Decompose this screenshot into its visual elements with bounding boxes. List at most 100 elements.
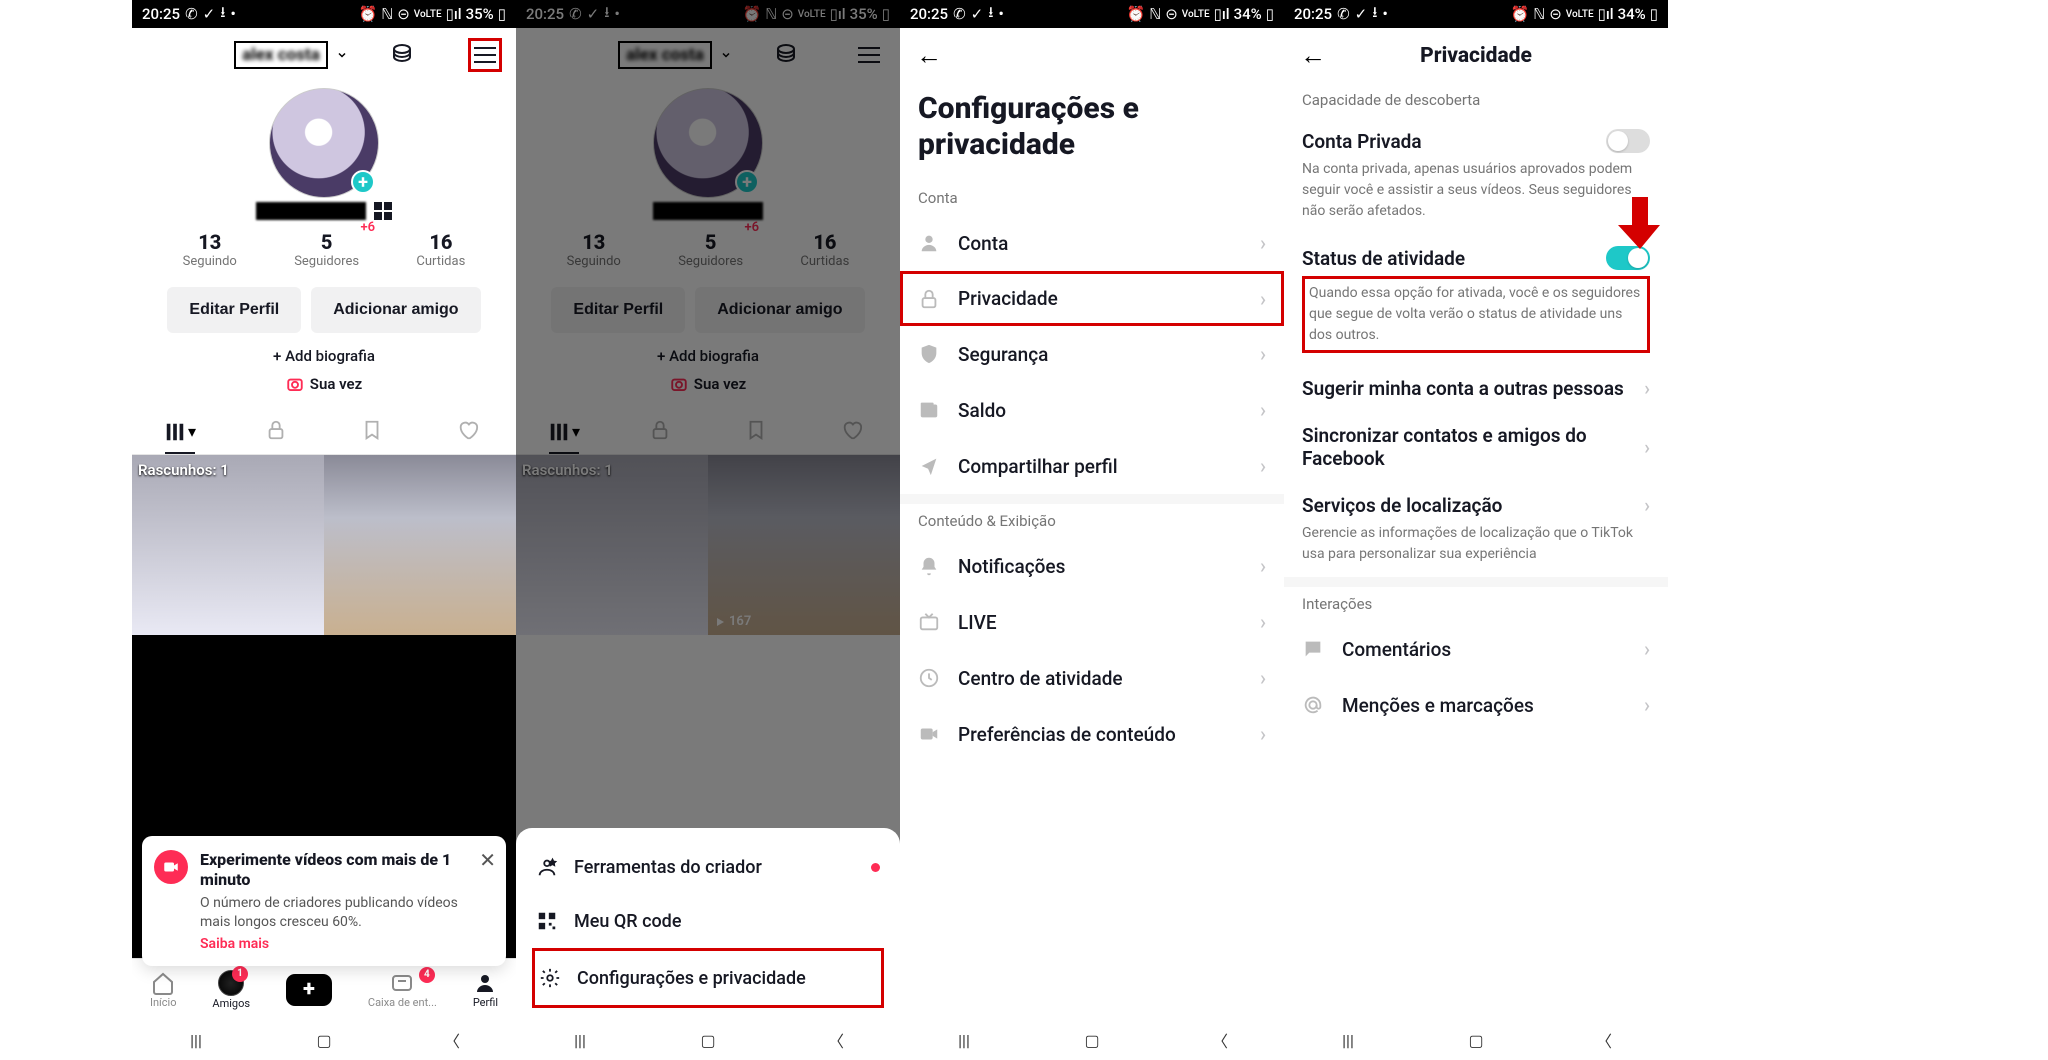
sheet-settings-privacy[interactable]: Configurações e privacidade xyxy=(532,948,884,1008)
tab-private[interactable] xyxy=(228,409,324,454)
nav-back[interactable]: 〈 xyxy=(1205,1028,1235,1052)
screen-settings: 20:25✆✓⭳• ⏰ℕ⊝VoLTE▯ıl34%▯ ← Configuraçõe… xyxy=(900,0,1284,1060)
sync-contacts-row[interactable]: Sincronizar contatos e amigos do Faceboo… xyxy=(1284,412,1668,482)
screen-profile: 20:25 ✆ ✓ ⭳ • ⏰ ℕ ⊝ VoLTE ▯ıl 35% ▯ alex… xyxy=(132,0,516,1060)
settings-notifications[interactable]: Notificações› xyxy=(900,538,1284,594)
chevron-right-icon: › xyxy=(1644,377,1650,400)
nav-back[interactable]: 〈 xyxy=(437,1028,467,1052)
star-person-icon xyxy=(536,856,558,878)
add-friend-button[interactable]: Adicionar amigo xyxy=(311,287,480,333)
long-video-toast: ✕ Experimente vídeos com mais de 1 minut… xyxy=(142,836,506,966)
qr-icon xyxy=(536,910,558,932)
settings-share-profile[interactable]: Compartilhar perfil› xyxy=(900,438,1284,494)
nav-home-button[interactable]: ▢ xyxy=(1077,1031,1107,1050)
home-icon xyxy=(151,971,175,995)
nav-back[interactable]: 〈 xyxy=(821,1028,851,1052)
bottom-sheet: Ferramentas do criador Meu QR code Confi… xyxy=(516,828,900,1020)
add-bio-button[interactable]: + Add biografia xyxy=(132,347,516,365)
add-story-button[interactable]: + xyxy=(351,170,375,194)
screen-profile-menu: 20:25✆✓⭳• ⏰ℕ⊝VoLTE▯ıl35%▯ alex costa + 1… xyxy=(516,0,900,1060)
nav-home-button[interactable]: ▢ xyxy=(309,1031,339,1050)
settings-content-preferences[interactable]: Preferências de conteúdo› xyxy=(900,706,1284,762)
wallet-icon xyxy=(918,399,940,421)
edit-profile-button[interactable]: Editar Perfil xyxy=(167,287,301,333)
username[interactable] xyxy=(256,202,366,220)
settings-balance[interactable]: Saldo› xyxy=(900,382,1284,438)
section-interactions-label: Interações xyxy=(1284,587,1668,621)
settings-live[interactable]: LIVE› xyxy=(900,594,1284,650)
qr-icon[interactable] xyxy=(374,202,392,220)
settings-activity-center[interactable]: Centro de atividade› xyxy=(900,650,1284,706)
tv-icon xyxy=(918,611,940,633)
activity-status-row[interactable]: Status de atividade Quando essa opção fo… xyxy=(1284,234,1668,365)
close-icon[interactable]: ✕ xyxy=(479,848,496,872)
coin-icon[interactable] xyxy=(390,41,414,69)
nav-recent[interactable]: ||| xyxy=(565,1031,595,1050)
section-content-label: Conteúdo & Exibição xyxy=(900,504,1284,538)
sua-vez-button[interactable]: Sua vez xyxy=(132,375,516,393)
nav-recent[interactable]: ||| xyxy=(949,1031,979,1050)
private-account-toggle[interactable] xyxy=(1606,129,1650,153)
settings-privacy[interactable]: Privacidade › xyxy=(900,271,1284,326)
sheet-qr-code[interactable]: Meu QR code xyxy=(532,894,884,948)
inbox-icon xyxy=(390,971,414,995)
learn-more-link[interactable]: Saiba mais xyxy=(200,936,468,952)
nav-home-button[interactable]: ▢ xyxy=(1461,1031,1491,1050)
whatsapp-icon: ✆ xyxy=(185,5,198,23)
nav-recent[interactable]: ||| xyxy=(1333,1031,1363,1050)
lock-icon xyxy=(918,288,940,310)
private-account-row[interactable]: Conta Privada Na conta privada, apenas u… xyxy=(1284,117,1668,234)
settings-security[interactable]: Segurança› xyxy=(900,326,1284,382)
avatar[interactable]: + xyxy=(269,88,379,198)
chevron-down-icon xyxy=(336,46,348,65)
stat-likes[interactable]: 16 Curtidas xyxy=(416,230,465,269)
shield-icon xyxy=(918,343,940,365)
nav-create[interactable]: + xyxy=(286,974,332,1006)
nav-home-button[interactable]: ▢ xyxy=(693,1031,723,1050)
at-icon xyxy=(1302,694,1324,716)
nav-friends[interactable]: 1 Amigos xyxy=(212,970,250,1010)
video-icon xyxy=(154,850,188,884)
highlight-arrow-icon xyxy=(1618,195,1662,251)
menu-button[interactable] xyxy=(468,38,502,72)
stat-followers[interactable]: +6 5 Seguidores xyxy=(294,230,359,269)
video-icon xyxy=(918,723,940,745)
tab-grid[interactable]: ▾ xyxy=(132,409,228,454)
chevron-right-icon: › xyxy=(1260,231,1266,255)
tab-saved[interactable] xyxy=(324,409,420,454)
nav-home[interactable]: Início xyxy=(150,971,177,1009)
battery-pct: 35% xyxy=(466,5,494,23)
privacy-mentions[interactable]: Menções e marcações› xyxy=(1284,677,1668,733)
nav-back[interactable]: 〈 xyxy=(1589,1028,1619,1052)
page-title: Configurações e privacidade xyxy=(900,83,1284,181)
profile-tabs: ▾ xyxy=(132,409,516,455)
volte-icon: VoLTE xyxy=(414,9,442,20)
profile-icon xyxy=(473,971,497,995)
download-icon: ⭳ xyxy=(220,2,225,27)
comment-icon xyxy=(1302,638,1324,660)
nav-profile[interactable]: Perfil xyxy=(473,971,498,1009)
sheet-creator-tools[interactable]: Ferramentas do criador xyxy=(532,840,884,894)
signal-icon: ▯ıl xyxy=(446,5,462,23)
alarm-icon: ⏰ xyxy=(359,5,378,23)
chevron-right-icon: › xyxy=(1260,287,1266,311)
nfc-icon: ℕ xyxy=(381,5,393,23)
nav-inbox[interactable]: 4 Caixa de ent... xyxy=(368,971,437,1009)
section-account-label: Conta xyxy=(900,181,1284,215)
suggest-account-row[interactable]: Sugerir minha conta a outras pessoas › xyxy=(1284,365,1668,412)
settings-account[interactable]: Conta› xyxy=(900,215,1284,271)
back-button[interactable]: ← xyxy=(1300,40,1326,71)
camera-icon xyxy=(286,375,304,393)
bottom-nav: Início 1 Amigos + 4 Caixa de ent... Perf… xyxy=(132,958,516,1020)
location-services-row[interactable]: Serviços de localização › Gerencie as in… xyxy=(1284,482,1668,577)
privacy-comments[interactable]: Comentários› xyxy=(1284,621,1668,677)
back-button[interactable]: ← xyxy=(916,40,942,71)
bell-icon xyxy=(918,555,940,577)
profile-name-dropdown[interactable]: alex costa xyxy=(234,41,328,69)
stat-following[interactable]: 13 Seguindo xyxy=(183,230,237,269)
plus-icon: + xyxy=(286,974,332,1006)
nav-recent[interactable]: ||| xyxy=(181,1031,211,1050)
screen-privacy: 20:25✆✓⭳• ⏰ℕ⊝VoLTE▯ıl34%▯ ← Privacidade … xyxy=(1284,0,1668,1060)
tab-liked[interactable] xyxy=(420,409,516,454)
section-discover-label: Capacidade de descoberta xyxy=(1284,83,1668,117)
